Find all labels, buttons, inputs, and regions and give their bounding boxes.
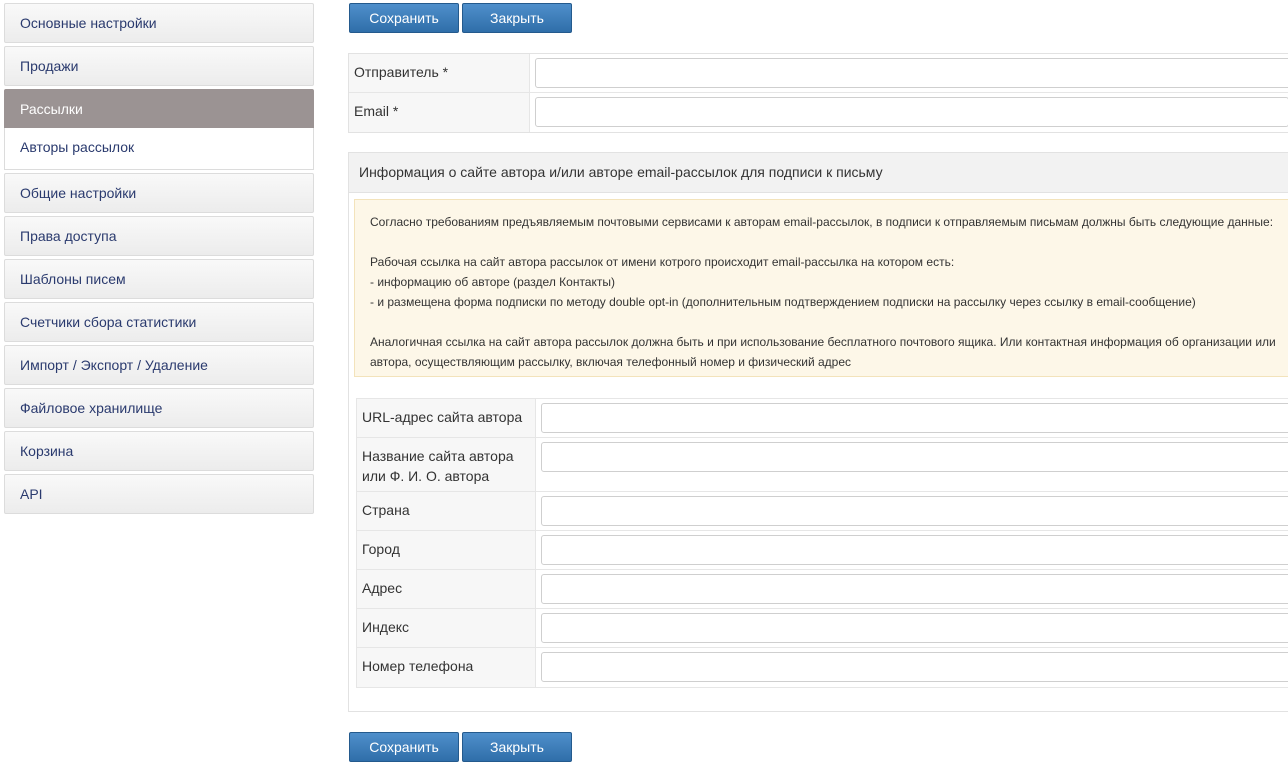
index-input[interactable]	[541, 613, 1288, 643]
country-input[interactable]	[541, 496, 1288, 526]
field-row-index: Индекс	[357, 609, 1288, 648]
field-row-phone: Номер телефона	[357, 648, 1288, 687]
sender-form: Отправитель * Email *	[348, 53, 1288, 133]
sidebar-item-statistics-counters[interactable]: Счетчики сбора статистики	[4, 302, 314, 342]
notice-line: - и размещена форма подписки по методу d…	[370, 295, 1196, 309]
phone-input[interactable]	[541, 652, 1288, 682]
field-row-country: Страна	[357, 492, 1288, 531]
field-label-index: Индекс	[357, 609, 536, 647]
sender-row: Отправитель *	[349, 54, 1288, 93]
field-row-url: URL-адрес сайта автора	[357, 399, 1288, 438]
email-input[interactable]	[535, 97, 1288, 127]
save-button[interactable]: Сохранить	[349, 732, 459, 762]
author-info-panel: Информация о сайте автора и/или авторе e…	[348, 152, 1288, 712]
site-name-input[interactable]	[541, 442, 1288, 472]
field-label-country: Страна	[357, 492, 536, 530]
sidebar-item-basic-settings[interactable]: Основные настройки	[4, 3, 314, 43]
url-input[interactable]	[541, 403, 1288, 433]
field-label-site-name: Название сайта автора или Ф. И. О. автор…	[357, 438, 536, 491]
close-button[interactable]: Закрыть	[462, 3, 572, 33]
field-label-phone: Номер телефона	[357, 648, 536, 687]
sender-label: Отправитель *	[349, 54, 530, 92]
field-label-city: Город	[357, 531, 536, 569]
field-label-address: Адрес	[357, 570, 536, 608]
settings-sidebar: Основные настройки Продажи Рассылки Авто…	[4, 3, 314, 517]
field-row-site-name: Название сайта автора или Ф. И. О. автор…	[357, 438, 1288, 492]
sender-input[interactable]	[535, 58, 1288, 88]
sidebar-item-mailings[interactable]: Рассылки	[4, 89, 314, 128]
author-info-heading: Информация о сайте автора и/или авторе e…	[349, 153, 1288, 193]
sidebar-item-file-storage[interactable]: Файловое хранилище	[4, 388, 314, 428]
sidebar-item-import-export[interactable]: Импорт / Экспорт / Удаление	[4, 345, 314, 385]
save-button[interactable]: Сохранить	[349, 3, 459, 33]
bottom-toolbar: Сохранить Закрыть	[349, 732, 574, 762]
sidebar-item-access-rights[interactable]: Права доступа	[4, 216, 314, 256]
top-toolbar: Сохранить Закрыть	[349, 3, 574, 33]
notice-line: - информацию об авторе (раздел Контакты)	[370, 275, 615, 289]
sidebar-item-api[interactable]: API	[4, 474, 314, 514]
city-input[interactable]	[541, 535, 1288, 565]
notice-line: Аналогичная ссылка на сайт автора рассыл…	[370, 335, 1276, 369]
close-button[interactable]: Закрыть	[462, 732, 572, 762]
sidebar-item-trash[interactable]: Корзина	[4, 431, 314, 471]
sidebar-item-general-settings[interactable]: Общие настройки	[4, 173, 314, 213]
address-input[interactable]	[541, 574, 1288, 604]
field-row-city: Город	[357, 531, 1288, 570]
sidebar-item-email-templates[interactable]: Шаблоны писем	[4, 259, 314, 299]
email-label: Email *	[349, 93, 530, 132]
author-fields-table: URL-адрес сайта автора Название сайта ав…	[356, 398, 1288, 688]
field-label-url: URL-адрес сайта автора	[357, 399, 536, 437]
notice-line: Рабочая ссылка на сайт автора рассылок о…	[370, 255, 955, 269]
sidebar-subitem-mailing-authors[interactable]: Авторы рассылок	[4, 128, 314, 170]
email-row: Email *	[349, 93, 1288, 132]
field-row-address: Адрес	[357, 570, 1288, 609]
sidebar-item-sales[interactable]: Продажи	[4, 46, 314, 86]
requirements-notice: Согласно требованиям предъявляемым почто…	[354, 199, 1288, 377]
notice-line: Согласно требованиям предъявляемым почто…	[370, 215, 1274, 229]
